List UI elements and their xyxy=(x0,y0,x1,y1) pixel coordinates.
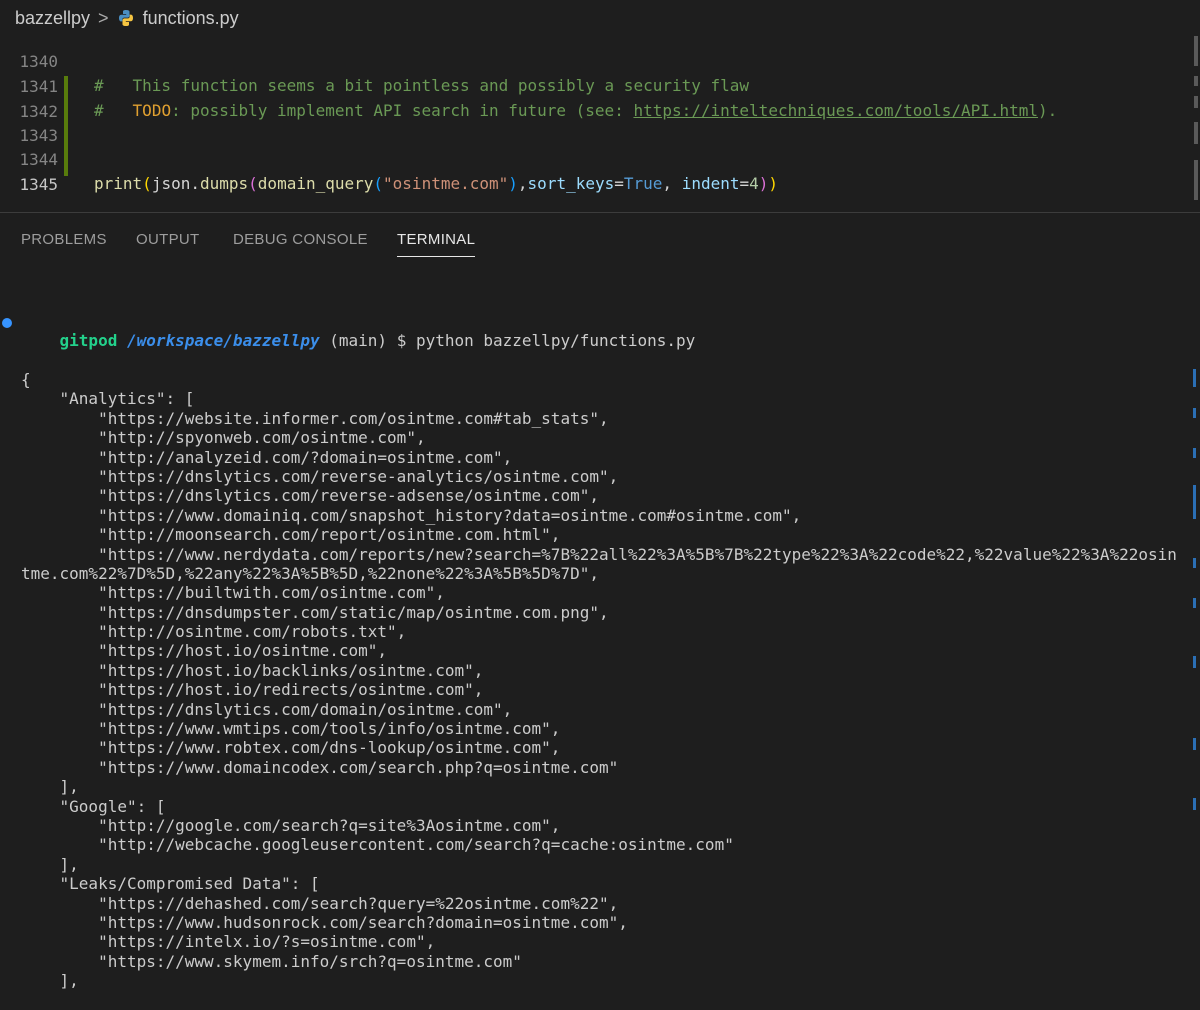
breadcrumb-folder[interactable]: bazzellpy xyxy=(15,8,90,29)
terminal-line: "http://google.com/search?q=site%3Aosint… xyxy=(21,816,561,835)
dumps-fn: dumps xyxy=(199,174,249,193)
print-statement: print(json.dumps(domain_query("osintme.c… xyxy=(94,174,779,193)
terminal-line: "https://website.informer.com/osintme.co… xyxy=(21,408,609,428)
prompt-path: /workspace/bazzellpy xyxy=(126,331,320,351)
scroll-marker xyxy=(1193,598,1196,608)
sort-keys-param: sort_keys xyxy=(527,174,615,193)
code-editor[interactable]: 1340 # This function seems a bit pointle… xyxy=(0,36,1200,212)
prompt-branch: (main) $ xyxy=(319,331,416,351)
prompt-user: gitpod xyxy=(59,331,118,351)
terminal-line: tme.com%22%7D%5D,%22any%22%3A%5B%5D,%22n… xyxy=(21,563,599,583)
terminal-scrollbar[interactable] xyxy=(1190,273,1200,924)
code-line: 1344 print(json.dumps(domain_query("osin… xyxy=(0,124,1200,193)
scroll-marker xyxy=(1194,36,1198,66)
json-module: json. xyxy=(151,174,200,193)
scroll-marker xyxy=(1194,160,1198,200)
terminal-line: "http://spyonweb.com/osintme.com", xyxy=(21,428,426,448)
terminal-line: ], xyxy=(21,854,79,874)
tab-output[interactable]: OUTPUT xyxy=(136,231,199,248)
terminal-line: "https://www.domainiq.com/snapshot_histo… xyxy=(21,505,802,525)
scroll-marker xyxy=(1193,485,1196,519)
true-keyword: True xyxy=(623,174,663,193)
scroll-marker xyxy=(1193,738,1196,750)
terminal-line: "http://moonsearch.com/report/osintme.co… xyxy=(21,525,561,545)
scroll-marker xyxy=(1193,408,1196,418)
terminal-line: "https://www.nerdydata.com/reports/new?s… xyxy=(21,544,1177,564)
command-status-dot-icon[interactable] xyxy=(2,317,12,328)
terminal-line: "https://dnsdumpster.com/static/map/osin… xyxy=(21,602,609,622)
terminal-line: ], xyxy=(21,777,79,797)
tab-terminal[interactable]: TERMINAL xyxy=(397,231,476,257)
python-file-icon xyxy=(117,9,135,27)
terminal-line: "https://www.robtex.com/dns-lookup/osint… xyxy=(21,738,561,758)
domain-query-fn: domain_query xyxy=(257,174,374,193)
terminal-line: "Google": [ xyxy=(21,796,166,816)
terminal-prompt-line: gitpod /workspace/bazzellpy (main) $ pyt… xyxy=(0,312,1190,350)
scroll-marker xyxy=(1194,76,1198,86)
indent-param: indent xyxy=(681,174,740,193)
terminal-line: "https://dnslytics.com/reverse-adsense/o… xyxy=(21,486,599,506)
tab-problems[interactable]: PROBLEMS xyxy=(21,231,107,248)
scroll-marker xyxy=(1193,558,1196,568)
breadcrumb-separator: > xyxy=(98,7,109,28)
indent-value: 4 xyxy=(749,174,759,193)
terminal-line: "https://www.wmtips.com/tools/info/osint… xyxy=(21,719,561,739)
code-line: 1342 xyxy=(0,76,1200,121)
panel-tabs: PROBLEMS OUTPUT DEBUG CONSOLE TERMINAL xyxy=(0,213,1200,263)
scroll-marker xyxy=(1194,96,1198,108)
code-line: 1345 xyxy=(0,149,1200,194)
terminal-line: "https://dehashed.com/search?query=%22os… xyxy=(21,893,619,913)
terminal-line: "https://www.domaincodex.com/search.php?… xyxy=(21,757,619,777)
terminal-line: ], xyxy=(21,971,79,991)
terminal-line: "Analytics": [ xyxy=(21,389,195,409)
prompt-command: python bazzellpy/functions.py xyxy=(415,331,696,351)
domain-string: "osintme.com" xyxy=(383,174,509,193)
print-fn: print xyxy=(94,174,143,193)
scroll-marker xyxy=(1193,369,1196,387)
line-number: 1345 xyxy=(19,175,58,194)
terminal-lines: { "Analytics": [ "https://website.inform… xyxy=(0,370,1190,991)
terminal-line: "https://builtwith.com/osintme.com", xyxy=(21,583,445,603)
terminal-line: { xyxy=(21,370,31,390)
terminal-line: "Leaks/Compromised Data": [ xyxy=(21,874,320,894)
code-line: 1340 # This function seems a bit pointle… xyxy=(0,36,1200,95)
tab-debug-console[interactable]: DEBUG CONSOLE xyxy=(233,231,368,248)
editor-scrollbar[interactable] xyxy=(1186,36,1200,212)
terminal-line: "https://host.io/backlinks/osintme.com", xyxy=(21,660,484,680)
terminal-line: "https://host.io/redirects/osintme.com", xyxy=(21,680,484,700)
terminal-line: "https://host.io/osintme.com", xyxy=(21,641,388,661)
terminal-line: "https://www.hudsonrock.com/search?domai… xyxy=(21,912,628,932)
terminal-line: "https://dnslytics.com/domain/osintme.co… xyxy=(21,699,513,719)
terminal-line: "http://webcache.googleusercontent.com/s… xyxy=(21,835,734,855)
code-line: 1341 # TODO: possibly implement API sear… xyxy=(0,51,1200,120)
breadcrumb-file[interactable]: functions.py xyxy=(143,8,239,29)
terminal-line: "http://analyzeid.com/?domain=osintme.co… xyxy=(21,447,513,467)
terminal-line: "http://osintme.com/robots.txt", xyxy=(21,622,407,642)
breadcrumb: bazzellpy > functions.py xyxy=(0,0,1200,36)
code-line: 1343 xyxy=(0,100,1200,145)
terminal-line: "https://dnslytics.com/reverse-analytics… xyxy=(21,466,619,486)
scroll-marker xyxy=(1194,122,1198,144)
scroll-marker xyxy=(1193,798,1196,810)
terminal-output[interactable]: gitpod /workspace/bazzellpy (main) $ pyt… xyxy=(0,273,1190,1010)
terminal-line: "https://www.skymem.info/srch?q=osintme.… xyxy=(21,951,522,971)
scroll-marker xyxy=(1193,656,1196,668)
terminal-line: "https://intelx.io/?s=osintme.com", xyxy=(21,932,436,952)
scroll-marker xyxy=(1193,448,1196,458)
